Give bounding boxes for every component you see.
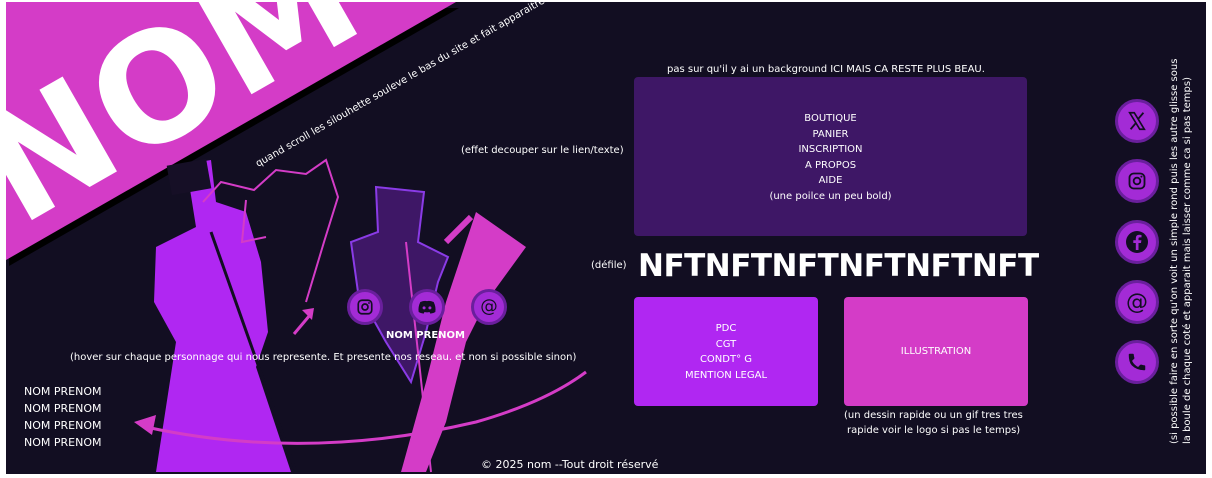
- person-name-label: NOM PRENOM: [386, 330, 465, 341]
- illustration-note: (un dessin rapide ou un gif tres tres ra…: [844, 408, 1023, 438]
- instagram-icon: [1128, 172, 1146, 190]
- phone-icon: [1128, 353, 1146, 371]
- email-button[interactable]: @: [1115, 280, 1159, 324]
- menu-item-inscription[interactable]: INSCRIPTION: [634, 142, 1027, 158]
- legal-item-conditions[interactable]: CONDT° G: [634, 352, 818, 368]
- nav-menu: BOUTIQUE PANIER INSCRIPTION A PROPOS AID…: [634, 77, 1027, 236]
- nft-ticker: NFTNFTNFTNFTNFTNFT: [638, 248, 1039, 284]
- legal-item-pdc[interactable]: PDC: [634, 321, 818, 337]
- name-item[interactable]: NOM PRENOM: [24, 400, 101, 417]
- facebook-icon: [1126, 231, 1148, 253]
- ticker-label: (défile): [591, 260, 627, 271]
- menu-item-aide[interactable]: AIDE: [634, 173, 1027, 189]
- name-item[interactable]: NOM PRENOM: [24, 417, 101, 434]
- copyright: © 2025 nom --Tout droit réservé: [481, 458, 659, 471]
- menu-footnote: (une poilce un peu bold): [769, 190, 892, 202]
- menu-item-a-propos[interactable]: A PROPOS: [634, 158, 1027, 174]
- illustration-label: ILLUSTRATION: [900, 346, 972, 357]
- menu-side-note: (effet decouper sur le lien/texte): [461, 145, 624, 156]
- legal-item-cgt[interactable]: CGT: [634, 337, 818, 353]
- instagram-button[interactable]: [1115, 159, 1159, 203]
- social-vertical-note: (si possible faire en sorte qu'on voit u…: [1168, 59, 1194, 444]
- person-at-button[interactable]: @: [471, 289, 507, 325]
- x-button[interactable]: [1115, 99, 1159, 143]
- instagram-icon: [357, 299, 373, 315]
- illustration-box: ILLUSTRATION: [844, 297, 1028, 406]
- silhouette-purple[interactable]: [154, 160, 291, 472]
- hover-note: (hover sur chaque personnage qui nous re…: [70, 352, 577, 363]
- social-note-line: la boule de chaque coté et apparait mais…: [1182, 77, 1193, 444]
- legal-item-mentions[interactable]: MENTION LEGAL: [634, 368, 818, 384]
- at-icon: @: [1126, 290, 1148, 314]
- at-icon: @: [480, 297, 498, 317]
- menu-top-note: pas sur qu'il y ai un background ICI MAI…: [667, 64, 985, 75]
- name-item[interactable]: NOM PRENOM: [24, 383, 101, 400]
- svg-text:@: @: [1126, 290, 1148, 314]
- menu-item-boutique[interactable]: BOUTIQUE: [634, 111, 1027, 127]
- illustration-note-line: (un dessin rapide ou un gif tres tres: [844, 410, 1023, 421]
- name-item[interactable]: NOM PRENOM: [24, 434, 101, 451]
- phone-button[interactable]: [1115, 340, 1159, 384]
- names-list: NOM PRENOM NOM PRENOM NOM PRENOM NOM PRE…: [24, 383, 101, 451]
- social-note-line: (si possible faire en sorte qu'on voit u…: [1169, 58, 1180, 444]
- x-icon: [1128, 111, 1146, 131]
- footer-mockup: NOM quand scroll les silouhette souleve …: [6, 2, 1206, 474]
- illustration-note-line: rapide voir le logo si pas le temps): [847, 425, 1021, 436]
- person-discord-button[interactable]: [409, 289, 445, 325]
- menu-item-panier[interactable]: PANIER: [634, 127, 1027, 143]
- svg-text:@: @: [480, 297, 498, 317]
- legal-box: PDC CGT CONDT° G MENTION LEGAL: [634, 297, 818, 406]
- discord-icon: [418, 300, 436, 314]
- person-instagram-button[interactable]: [347, 289, 383, 325]
- facebook-button[interactable]: [1115, 220, 1159, 264]
